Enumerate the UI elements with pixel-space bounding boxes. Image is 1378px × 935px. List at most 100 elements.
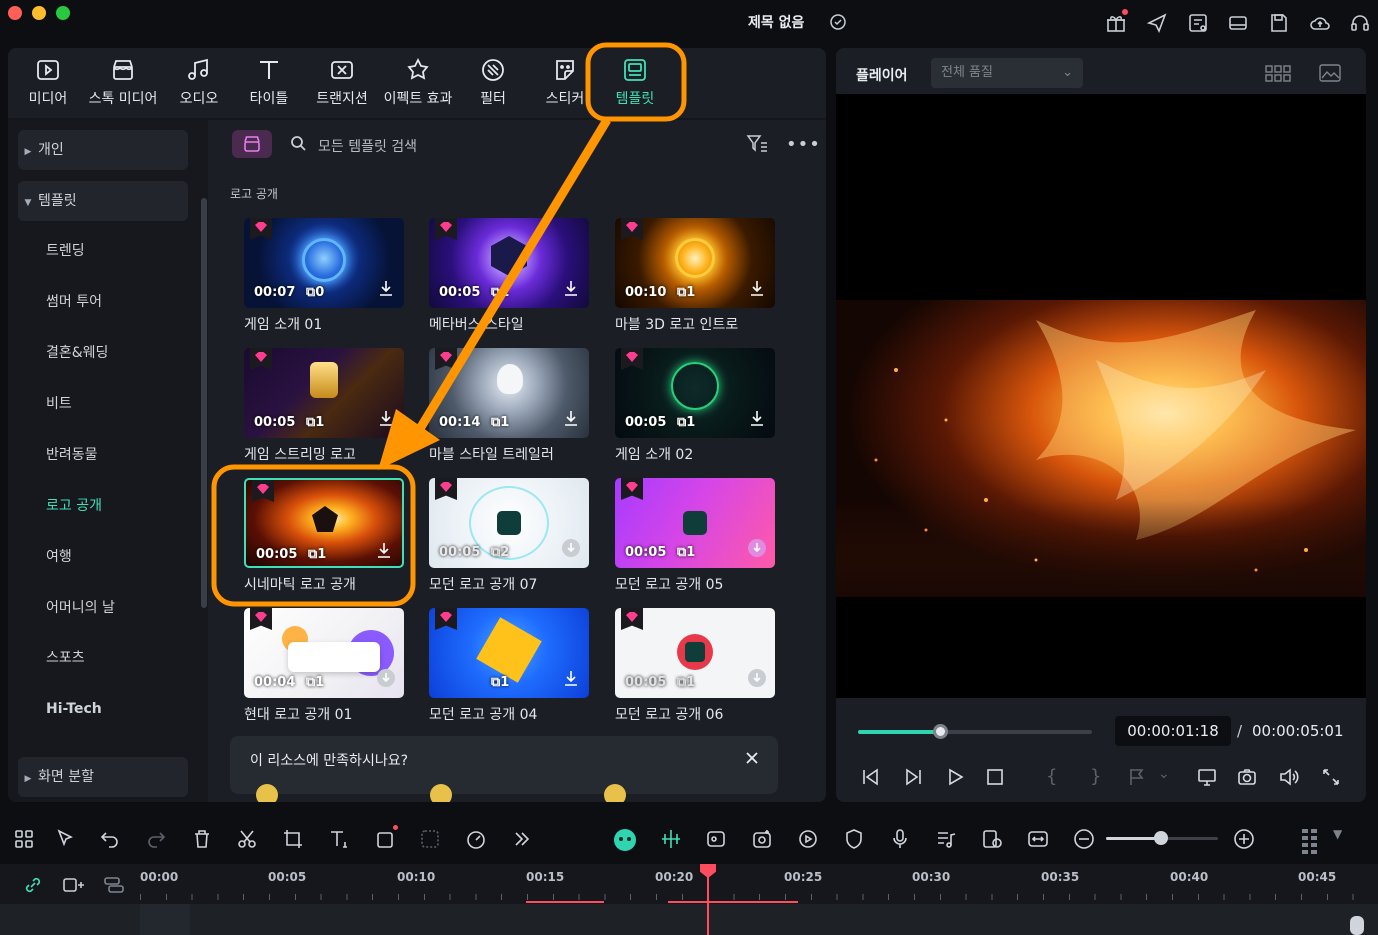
template-card[interactable]: 00:05 ⧉1 게임 소개 02 (615, 348, 775, 468)
sidebar-item-trending[interactable]: 트렌딩 (18, 231, 188, 271)
marker-icon[interactable] (1126, 766, 1148, 788)
auto-beat-icon[interactable] (659, 827, 683, 851)
volume-icon[interactable] (1278, 766, 1300, 788)
tab-transitions[interactable]: 트랜지션 (310, 56, 374, 112)
microphone-icon[interactable] (888, 827, 912, 851)
layout-grid-icon[interactable] (12, 827, 36, 851)
send-icon[interactable] (1145, 11, 1169, 35)
sidebar-item-travel[interactable]: 여행 (18, 537, 188, 577)
sidebar-item-hi-tech[interactable]: Hi-Tech (18, 689, 188, 729)
download-icon[interactable] (376, 278, 396, 298)
template-card[interactable]: 00:05 ⧉1 모던 로고 공개 06 (615, 608, 775, 728)
template-library-button[interactable] (232, 130, 272, 158)
ai-tool-icon[interactable] (418, 827, 442, 851)
tab-effects[interactable]: 이펙트 효과 (380, 56, 456, 112)
tab-stickers[interactable]: 스티커 (540, 56, 590, 112)
sidebar-item-summer-tour[interactable]: 썸머 투어 (18, 282, 188, 322)
zoom-in-icon[interactable] (1232, 827, 1256, 851)
stop-icon[interactable] (984, 766, 1006, 788)
headset-icon[interactable] (1348, 11, 1372, 35)
template-card-selected[interactable]: 00:05 ⧉1 시네마틱 로고 공개 (244, 478, 404, 598)
cloud-upload-icon[interactable] (1308, 11, 1332, 35)
download-icon[interactable] (561, 538, 581, 558)
timeline-track-area[interactable] (0, 904, 1378, 935)
track-height-icon[interactable] (1298, 827, 1322, 854)
quality-dropdown[interactable]: 전체 품질 ⌄ (931, 58, 1083, 88)
crop-icon[interactable] (281, 827, 305, 851)
shield-icon[interactable] (842, 827, 866, 851)
gift-icon[interactable] (1104, 9, 1128, 35)
download-icon[interactable] (376, 408, 396, 428)
filter-sort-icon[interactable] (746, 134, 768, 154)
layout-icon[interactable] (1226, 11, 1250, 35)
search-input[interactable]: 모든 템플릿 검색 (318, 136, 417, 156)
display-icon[interactable] (1196, 766, 1218, 788)
add-track-icon[interactable] (62, 874, 86, 896)
delete-icon[interactable] (190, 827, 214, 851)
tab-filters[interactable]: 필터 (468, 56, 518, 112)
dropdown-arrow-icon[interactable]: ▼ (1333, 827, 1357, 851)
template-card[interactable]: 00:04 ⧉1 현대 로고 공개 01 (244, 608, 404, 728)
track-manager-icon[interactable] (102, 874, 126, 896)
clip-settings-icon[interactable] (980, 827, 1004, 851)
template-card[interactable]: 00:05 ⧉1 게임 스트리밍 로고 (244, 348, 404, 468)
audio-stretch-icon[interactable] (704, 827, 728, 851)
template-card[interactable]: 00:05 ⧉2 모던 로고 공개 07 (429, 478, 589, 598)
template-card[interactable]: 00:14 ⧉1 마블 스타일 트레일러 (429, 348, 589, 468)
download-icon[interactable] (561, 278, 581, 298)
project-info-icon[interactable] (1186, 11, 1210, 35)
download-icon[interactable] (747, 668, 767, 688)
zoom-slider-handle[interactable] (1154, 831, 1168, 845)
tab-templates[interactable]: 템플릿 (610, 56, 660, 112)
tab-audio[interactable]: 오디오 (174, 56, 224, 112)
sidebar-item-mothers-day[interactable]: 어머니의 날 (18, 588, 188, 628)
speed-icon[interactable] (464, 827, 488, 851)
smart-cutout-icon[interactable] (750, 827, 774, 851)
undo-icon[interactable] (98, 827, 122, 851)
snapshot-icon[interactable] (1236, 766, 1258, 788)
text-tool-icon[interactable] (327, 827, 351, 851)
close-window-button[interactable] (8, 6, 22, 20)
fit-icon[interactable] (1026, 827, 1050, 851)
sidebar-group-split-screen[interactable]: ▶ 화면 분할 (18, 757, 188, 797)
mark-in-icon[interactable]: { (1046, 766, 1068, 788)
play-icon[interactable] (944, 766, 966, 788)
select-pointer-icon[interactable] (54, 827, 78, 851)
download-icon[interactable] (561, 668, 581, 688)
download-icon[interactable] (747, 408, 767, 428)
ai-copilot-icon[interactable] (612, 827, 636, 851)
music-list-icon[interactable] (934, 827, 958, 851)
rating-emoji-icon[interactable] (256, 784, 278, 802)
more-options-icon[interactable]: ••• (786, 134, 820, 155)
tab-media[interactable]: 미디어 (22, 56, 74, 112)
timeline-ruler[interactable]: 00:00 00:05 00:10 00:15 00:20 00:25 00:3… (0, 864, 1378, 904)
next-frame-icon[interactable] (902, 766, 924, 788)
mark-out-icon[interactable]: } (1090, 766, 1112, 788)
template-card[interactable]: ⧉1 모던 로고 공개 04 (429, 608, 589, 728)
seek-handle[interactable] (933, 724, 948, 739)
tab-stock-media[interactable]: 스톡 미디어 (86, 56, 160, 112)
timeline-scrollbar[interactable] (1350, 916, 1364, 935)
sidebar-item-wedding[interactable]: 결혼&웨딩 (18, 333, 188, 373)
rating-emoji-icon[interactable] (430, 784, 452, 802)
template-card[interactable]: 00:07 ⧉0 게임 소개 01 (244, 218, 404, 338)
sidebar-item-sports[interactable]: 스포츠 (18, 638, 188, 678)
preview-screen[interactable] (836, 94, 1366, 698)
rating-emoji-icon[interactable] (604, 784, 626, 802)
template-card[interactable]: 00:05 ⧉1 모던 로고 공개 05 (615, 478, 775, 598)
sidebar-item-logo-reveal[interactable]: 로고 공개 (18, 486, 188, 526)
sidebar-group-personal[interactable]: ▶ 개인 (18, 130, 188, 170)
fullscreen-icon[interactable] (1320, 766, 1342, 788)
more-tools-icon[interactable] (510, 827, 534, 851)
download-icon[interactable] (747, 278, 767, 298)
motion-track-icon[interactable] (796, 827, 820, 851)
minimize-window-button[interactable] (32, 6, 46, 20)
sidebar-item-beat[interactable]: 비트 (18, 384, 188, 424)
project-title[interactable]: 제목 없음 (748, 12, 804, 32)
sidebar-group-templates[interactable]: ▼ 템플릿 (18, 181, 188, 221)
template-card[interactable]: 00:10 ⧉1 마블 3D 로고 인트로 (615, 218, 775, 338)
current-time[interactable]: 00:00:01:18 (1115, 716, 1231, 746)
download-icon[interactable] (376, 668, 396, 688)
link-icon[interactable] (22, 874, 44, 896)
redo-icon[interactable] (144, 827, 168, 851)
